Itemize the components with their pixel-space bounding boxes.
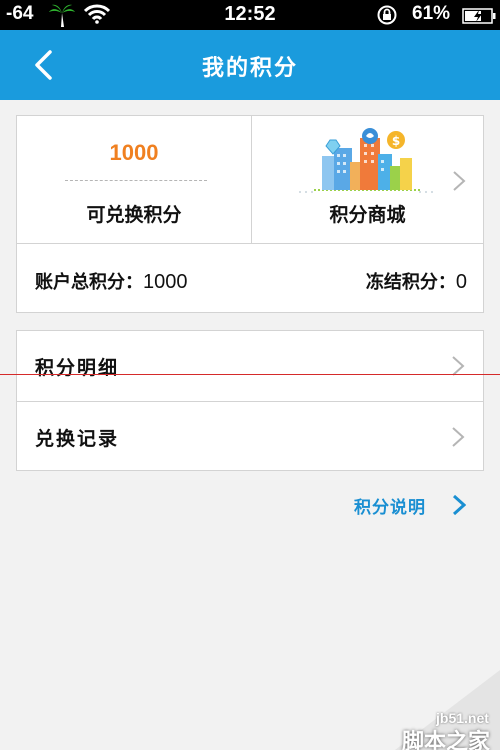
redeemable-points-label: 可兑换积分 [86,204,182,226]
redeemable-points-cell: 1000 可兑换积分 [17,116,251,243]
list-item-points-detail[interactable]: 积分明细 [17,331,483,401]
points-menu-list: 积分明细 兑换记录 [16,330,484,471]
watermark-site: 脚本之家 [402,730,491,750]
status-bar: -64 12:52 61% [0,0,500,30]
red-guide-line [0,374,500,375]
chevron-right-icon [451,426,465,452]
dashed-divider [65,180,207,181]
chevron-right-icon[interactable] [452,494,467,520]
frozen-points-label: 冻结积分： [365,272,456,293]
battery-icon [462,8,496,28]
redeemable-points-value: 1000 [109,140,159,165]
total-points-label: 账户总积分： [35,272,143,293]
svg-text:$: $ [392,134,400,148]
watermark-domain: jb51.net [436,710,489,726]
points-mall-city-icon: $ [296,126,436,200]
points-summary-card: 1000 可兑换积分 $ 积分商城 账户总积分：1000 冻结积分：0 [16,115,484,313]
frozen-points-value: 0 [455,271,467,293]
nav-bar: 我的积分 [0,30,500,100]
points-mall-label: 积分商城 [329,204,406,226]
points-explanation-link[interactable]: 积分说明 [354,493,426,518]
chevron-right-icon [451,355,465,381]
frozen-points: 冻结积分：0 [366,268,467,294]
battery-percent: 61% [412,3,451,24]
points-totals-row: 账户总积分：1000 冻结积分：0 [17,244,483,312]
chevron-right-icon [452,170,466,196]
total-points-value: 1000 [143,271,188,293]
page-title: 我的积分 [201,55,298,81]
rotation-lock-icon [376,5,398,29]
list-item-label: 积分明细 [35,357,120,379]
list-item-label: 兑换记录 [35,428,120,450]
points-mall-button[interactable]: $ 积分商城 [252,116,483,243]
list-item-exchange-history[interactable]: 兑换记录 [17,401,483,471]
total-points: 账户总积分：1000 [35,268,188,294]
